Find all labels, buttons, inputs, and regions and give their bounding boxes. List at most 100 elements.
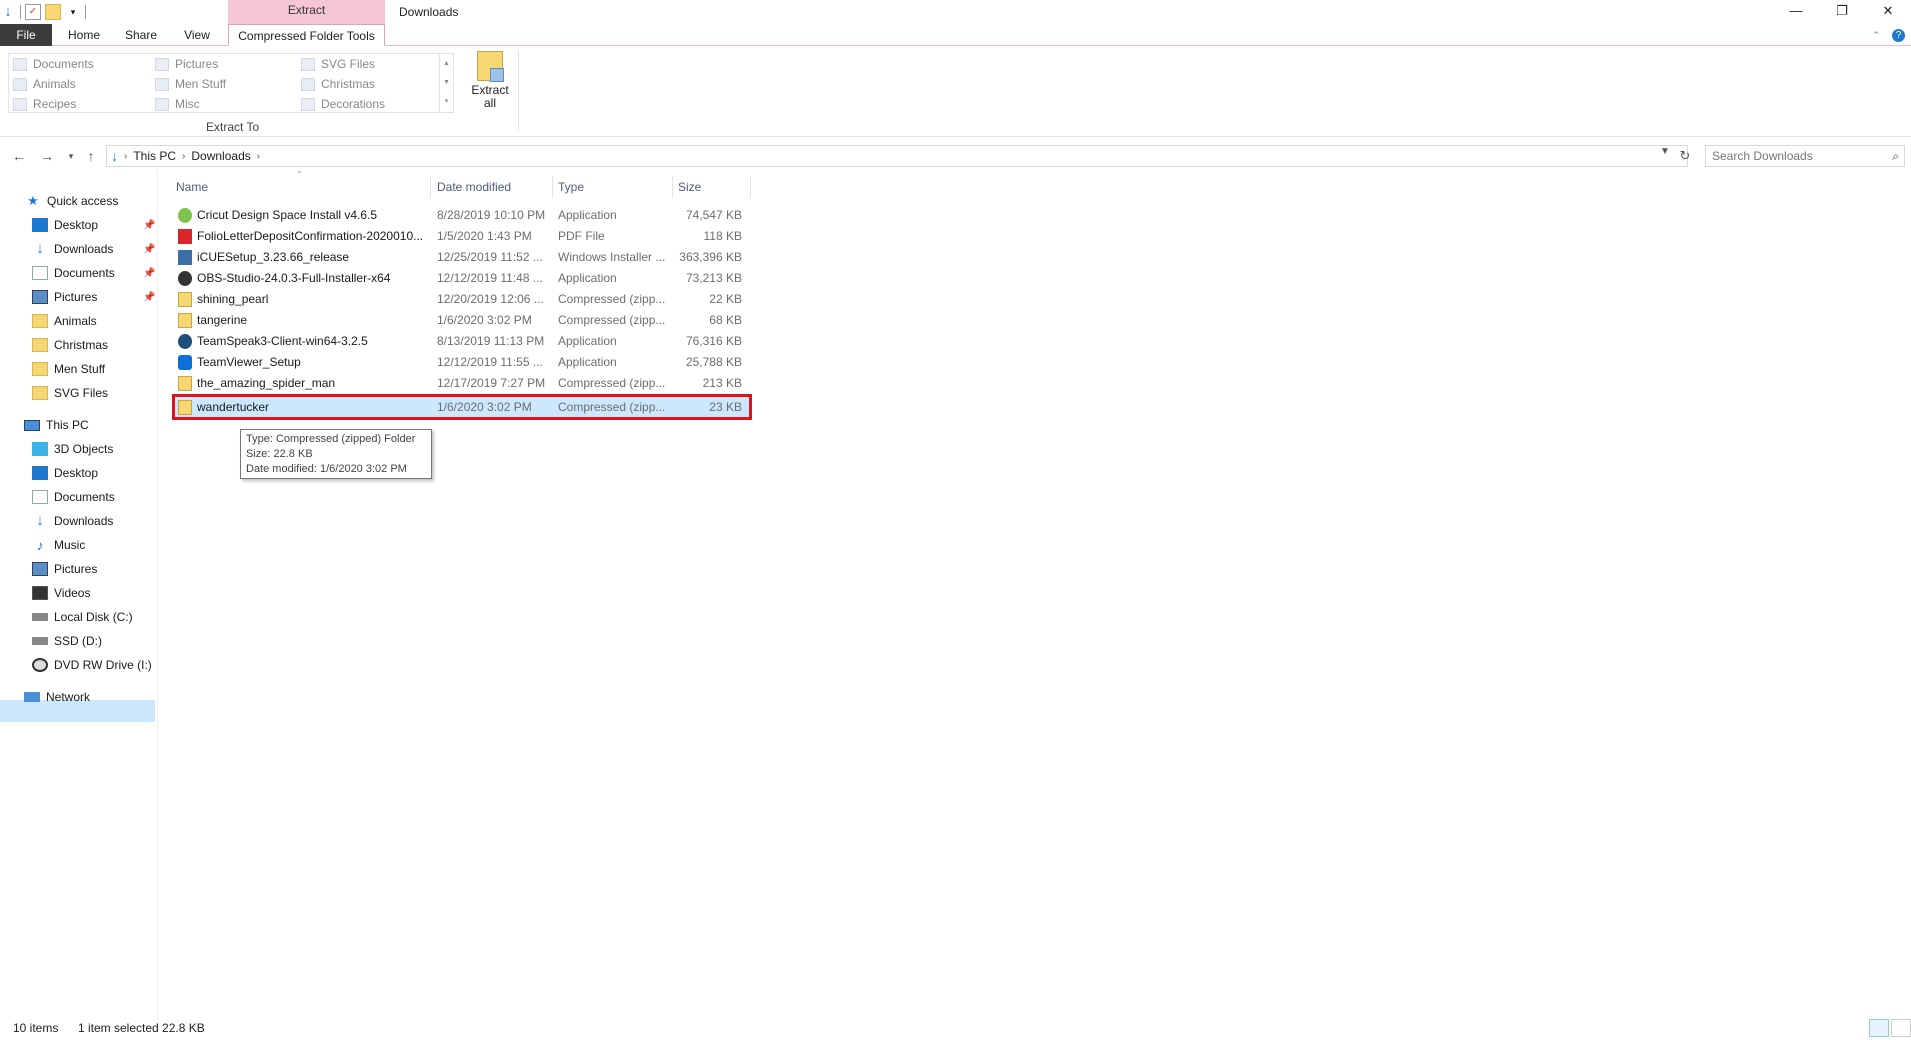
- restore-button[interactable]: ❐: [1819, 0, 1865, 24]
- scroll-up-icon[interactable]: ▲: [440, 54, 453, 73]
- extract-to-svg-files[interactable]: SVG Files: [301, 55, 375, 73]
- customize-toolbar-icon[interactable]: ▾: [65, 4, 81, 20]
- scroll-down-icon[interactable]: ▼: [440, 73, 453, 92]
- pin-icon[interactable]: 📌: [143, 292, 155, 303]
- nav-label: 3D Objects: [54, 442, 114, 456]
- refresh-button[interactable]: ↻: [1676, 145, 1694, 167]
- tab-share[interactable]: Share: [115, 24, 167, 46]
- extract-to-documents[interactable]: Documents: [13, 55, 94, 73]
- large-icons-view-button[interactable]: [1891, 1019, 1911, 1037]
- forward-button[interactable]: →: [38, 146, 56, 166]
- breadcrumb-this-pc[interactable]: This PC: [129, 149, 180, 163]
- sort-ascending-icon: ⌃: [296, 170, 303, 179]
- nav-item-men-stuff[interactable]: Men Stuff: [32, 358, 105, 380]
- music-icon: ♪: [36, 537, 44, 553]
- pin-icon[interactable]: 📌: [143, 268, 155, 279]
- column-header-size[interactable]: Size: [678, 176, 701, 198]
- nav-item-pc-desktop[interactable]: Desktop: [32, 462, 98, 484]
- nav-item-pc-downloads[interactable]: ↓ Downloads: [32, 510, 113, 532]
- nav-item-svg-files[interactable]: SVG Files: [32, 382, 108, 404]
- help-icon[interactable]: ?: [1892, 28, 1905, 42]
- file-row[interactable]: shining_pearl 12/20/2019 12:06 ... Compr…: [172, 289, 752, 310]
- ribbon-tabs: File Home Share View Compressed Folder T…: [0, 24, 1911, 46]
- nav-item-pc-documents[interactable]: Documents: [32, 486, 115, 508]
- nav-item-pictures[interactable]: Pictures: [32, 286, 97, 308]
- file-row[interactable]: FolioLetterDepositConfirmation-2020010..…: [172, 226, 752, 247]
- gallery-item-label: Misc: [175, 97, 200, 111]
- nav-item-videos[interactable]: Videos: [32, 582, 90, 604]
- tab-compressed-folder-tools[interactable]: Compressed Folder Tools: [228, 24, 385, 46]
- nav-label: Desktop: [54, 218, 99, 232]
- nav-network[interactable]: Network: [24, 686, 90, 708]
- new-folder-icon[interactable]: [45, 4, 61, 20]
- expand-ribbon-icon[interactable]: ⌃: [1872, 30, 1880, 41]
- pane-divider[interactable]: [157, 170, 158, 1020]
- extract-to-animals[interactable]: Animals: [13, 75, 76, 93]
- address-dropdown-icon[interactable]: ▼: [1660, 146, 1670, 157]
- downloads-arrow-icon[interactable]: ↓: [0, 4, 16, 20]
- column-header-date[interactable]: Date modified: [437, 176, 511, 198]
- folder-icon: [301, 57, 315, 71]
- breadcrumb-downloads[interactable]: Downloads: [187, 149, 254, 163]
- item-count: 10 items: [13, 1021, 59, 1035]
- search-input[interactable]: Search Downloads ⌕: [1705, 145, 1905, 167]
- tab-home[interactable]: Home: [59, 24, 109, 46]
- nav-item-desktop[interactable]: Desktop: [32, 214, 98, 236]
- address-bar[interactable]: ↓ › This PC › Downloads ›: [106, 145, 1688, 167]
- column-divider[interactable]: [672, 176, 673, 198]
- tab-file[interactable]: File: [0, 24, 52, 46]
- nav-item-music[interactable]: ♪ Music: [32, 534, 86, 556]
- obs-icon: [178, 271, 192, 286]
- nav-item-3d-objects[interactable]: 3D Objects: [32, 438, 113, 460]
- properties-icon[interactable]: ✓: [25, 4, 41, 20]
- close-button[interactable]: ✕: [1865, 0, 1911, 24]
- column-divider[interactable]: [430, 176, 431, 198]
- pictures-icon: [32, 562, 48, 576]
- extract-to-decorations[interactable]: Decorations: [301, 95, 385, 113]
- nav-this-pc[interactable]: This PC: [24, 414, 89, 436]
- nav-item-animals[interactable]: Animals: [32, 310, 97, 332]
- network-icon: [24, 692, 40, 702]
- nav-item-pc-pictures[interactable]: Pictures: [32, 558, 97, 580]
- nav-item-downloads[interactable]: ↓ Downloads: [32, 238, 113, 260]
- column-divider[interactable]: [750, 176, 751, 198]
- chevron-right-icon[interactable]: ›: [255, 151, 262, 162]
- up-button[interactable]: ↑: [82, 146, 100, 166]
- extract-to-recipes[interactable]: Recipes: [13, 95, 76, 113]
- nav-quick-access[interactable]: ★ Quick access: [25, 190, 118, 212]
- nav-label: Downloads: [54, 514, 114, 528]
- extract-to-misc[interactable]: Misc: [155, 95, 200, 113]
- nav-item-dvd-drive[interactable]: DVD RW Drive (I:) R(: [32, 654, 156, 676]
- column-header-type[interactable]: Type: [558, 176, 584, 198]
- chevron-right-icon[interactable]: ›: [180, 151, 187, 162]
- pin-icon[interactable]: 📌: [143, 220, 155, 231]
- extract-to-pictures[interactable]: Pictures: [155, 55, 218, 73]
- column-header-name[interactable]: Name: [176, 176, 208, 198]
- file-row[interactable]: tangerine 1/6/2020 3:02 PM Compressed (z…: [172, 310, 752, 331]
- file-date: 1/6/2020 3:02 PM: [437, 313, 532, 327]
- tab-view[interactable]: View: [172, 24, 222, 46]
- nav-item-christmas[interactable]: Christmas: [32, 334, 108, 356]
- file-row[interactable]: the_amazing_spider_man 12/17/2019 7:27 P…: [172, 373, 752, 394]
- recent-locations-button[interactable]: ▾: [62, 146, 80, 166]
- nav-item-ssd[interactable]: SSD (D:): [32, 630, 102, 652]
- nav-item-local-disk[interactable]: Local Disk (C:): [32, 606, 133, 628]
- extract-all-button[interactable]: Extract all: [470, 51, 510, 113]
- file-row[interactable]: TeamSpeak3-Client-win64-3.2.5 8/13/2019 …: [172, 331, 752, 352]
- details-view-button[interactable]: [1869, 1019, 1889, 1037]
- extract-to-christmas[interactable]: Christmas: [301, 75, 375, 93]
- file-row[interactable]: TeamViewer_Setup 12/12/2019 11:55 ... Ap…: [172, 352, 752, 373]
- downloads-location-icon: ↓: [111, 148, 118, 164]
- minimize-button[interactable]: —: [1773, 0, 1819, 24]
- chevron-right-icon[interactable]: ›: [122, 151, 129, 162]
- pin-icon[interactable]: 📌: [143, 244, 155, 255]
- extract-to-men-stuff[interactable]: Men Stuff: [155, 75, 226, 93]
- column-divider[interactable]: [552, 176, 553, 198]
- file-row[interactable]: iCUESetup_3.23.66_release 12/25/2019 11:…: [172, 247, 752, 268]
- file-row[interactable]: OBS-Studio-24.0.3-Full-Installer-x64 12/…: [172, 268, 752, 289]
- gallery-scrollbar[interactable]: ▲ ▼ ▾: [439, 54, 453, 112]
- back-button[interactable]: ←: [10, 146, 28, 166]
- file-row[interactable]: Cricut Design Space Install v4.6.5 8/28/…: [172, 205, 752, 226]
- gallery-more-icon[interactable]: ▾: [440, 92, 453, 111]
- nav-item-documents[interactable]: Documents: [32, 262, 115, 284]
